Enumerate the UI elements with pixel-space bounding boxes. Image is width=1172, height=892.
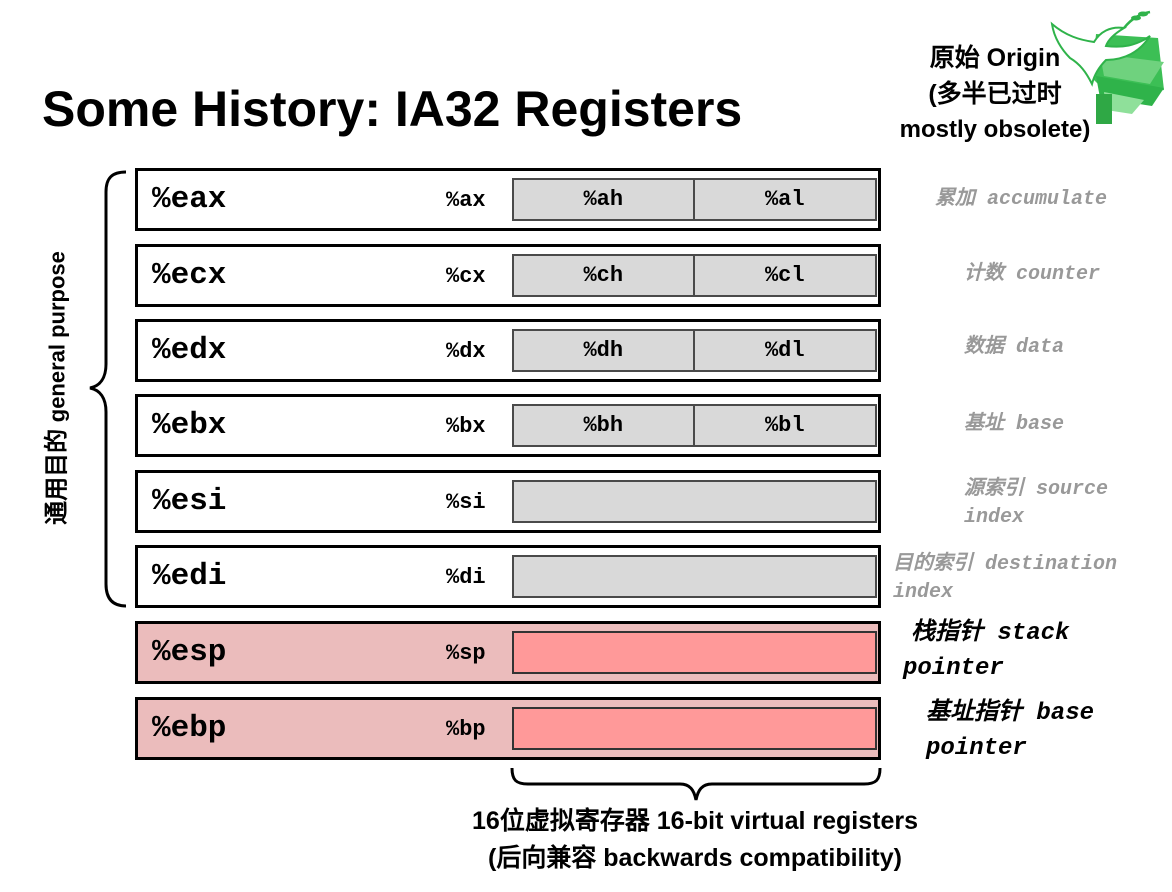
register-ebx: %ebx %bx %bh %bl: [135, 394, 881, 457]
role-label-edx: 数据 data: [964, 331, 1064, 362]
general-purpose-label-en: general purpose: [44, 251, 70, 423]
register-name: %esp: [152, 635, 227, 670]
register-name: %ecx: [152, 258, 227, 293]
virtual-registers-brace: [510, 767, 882, 801]
role-label-en: accumulate: [987, 188, 1108, 211]
role-label-zh: 目的索引: [893, 550, 973, 574]
register-16bit-box: [512, 631, 877, 674]
origin-note: 原始 Origin (多半已过时 mostly obsolete): [880, 40, 1110, 148]
register-ecx: %ecx %cx %ch %cl: [135, 244, 881, 307]
register-edi: %edi %di: [135, 545, 881, 608]
register-low-byte: %cl: [764, 263, 805, 288]
register-16bit-box: %dh %dl: [512, 329, 877, 372]
register-16bit-name: %bp: [446, 717, 486, 742]
register-16bit-name: %sp: [446, 641, 486, 666]
virtual-registers-note-line1: 16位虚拟寄存器 16-bit virtual registers: [472, 807, 918, 835]
role-label-esi: 源索引 source index: [964, 473, 1108, 532]
role-label-esp: 栈指针 stack pointer: [903, 614, 1069, 686]
register-16bit-name: %cx: [446, 264, 486, 289]
origin-note-line2: (多半已过时: [928, 80, 1062, 108]
register-16bit-name: %bx: [446, 414, 486, 439]
register-low-byte: %al: [764, 187, 805, 212]
virtual-registers-note-line2: (后向兼容 backwards compatibility): [488, 844, 902, 872]
role-label-en-line2: index: [893, 581, 954, 604]
origin-note-line1: 原始 Origin: [929, 44, 1061, 72]
role-label-en-line2: index: [964, 506, 1025, 529]
role-label-en-line2: pointer: [903, 655, 1004, 682]
register-name: %ebp: [152, 711, 227, 746]
page-title: Some History: IA32 Registers: [42, 81, 743, 137]
register-high-byte: %dh: [514, 331, 695, 370]
register-16bit-name: %si: [446, 490, 486, 515]
register-16bit-box: [512, 707, 877, 750]
role-label-zh: 基址指针: [926, 697, 1022, 725]
role-label-en: counter: [1016, 263, 1101, 286]
role-label-en: destination: [985, 553, 1118, 576]
role-label-zh: 基址: [964, 410, 1004, 434]
register-name: %edi: [152, 559, 227, 594]
register-16bit-name: %ax: [446, 188, 486, 213]
register-16bit-box: [512, 480, 877, 523]
register-ebp: %ebp %bp: [135, 697, 881, 760]
origin-note-line3: mostly obsolete): [899, 116, 1091, 143]
role-label-zh: 数据: [964, 333, 1004, 357]
role-label-en: base: [1016, 413, 1065, 436]
register-low-byte: %bl: [764, 413, 805, 438]
role-label-ebp: 基址指针 base pointer: [926, 694, 1094, 766]
role-label-en: stack: [997, 620, 1070, 647]
role-label-zh: 栈指针: [911, 617, 983, 645]
register-16bit-name: %dx: [446, 339, 486, 364]
role-label-en: data: [1016, 336, 1065, 359]
role-label-edi: 目的索引 destination index: [893, 548, 1117, 607]
register-16bit-box: %bh %bl: [512, 404, 877, 447]
register-name: %edx: [152, 333, 227, 368]
register-edx: %edx %dx %dh %dl: [135, 319, 881, 382]
role-label-eax: 累加 accumulate: [935, 183, 1107, 214]
register-name: %eax: [152, 182, 227, 217]
register-high-byte: %bh: [514, 406, 695, 445]
general-purpose-label: 通用目的 general purpose: [37, 218, 72, 558]
register-16bit-box: %ch %cl: [512, 254, 877, 297]
register-name: %esi: [152, 484, 227, 519]
register-low-byte: %dl: [764, 338, 805, 363]
role-label-en: source: [1036, 478, 1109, 501]
register-16bit-box: [512, 555, 877, 598]
virtual-registers-note: 16位虚拟寄存器 16-bit virtual registers (后向兼容 …: [380, 803, 1010, 877]
role-label-zh: 源索引: [964, 475, 1024, 499]
role-label-en-line2: pointer: [926, 735, 1027, 762]
role-label-ecx: 计数 counter: [964, 258, 1100, 289]
register-esi: %esi %si: [135, 470, 881, 533]
role-label-zh: 计数: [964, 260, 1004, 284]
register-name: %ebx: [152, 408, 227, 443]
general-purpose-label-zh: 通用目的: [43, 428, 71, 525]
register-high-byte: %ah: [514, 180, 695, 219]
general-purpose-brace: [89, 170, 127, 608]
role-label-zh: 累加: [935, 185, 975, 209]
register-high-byte: %ch: [514, 256, 695, 295]
role-label-en: base: [1036, 700, 1095, 727]
register-esp: %esp %sp: [135, 621, 881, 684]
register-eax: %eax %ax %ah %al: [135, 168, 881, 231]
role-label-ebx: 基址 base: [964, 408, 1064, 439]
register-16bit-box: %ah %al: [512, 178, 877, 221]
register-16bit-name: %di: [446, 565, 486, 590]
